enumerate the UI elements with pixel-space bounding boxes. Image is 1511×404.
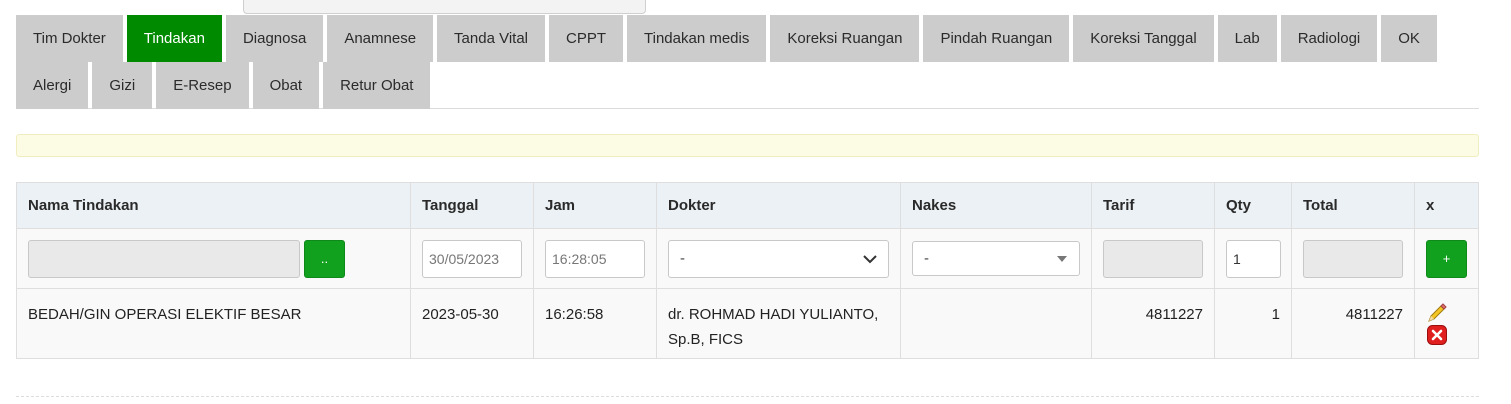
cell-dokter: dr. ROHMAD HADI YULIANTO, Sp.B, FICS xyxy=(656,288,901,359)
qty-input[interactable] xyxy=(1226,239,1281,278)
cell-tanggal-input xyxy=(410,228,534,289)
tab-bar: Tim Dokter Tindakan Diagnosa Anamnese Tanda … xyxy=(16,15,1479,109)
total-input[interactable] xyxy=(1303,239,1403,278)
tab-diagnosa[interactable]: Diagnosa xyxy=(225,15,324,62)
cell-qty-input xyxy=(1214,228,1292,289)
cell-tarif: 4811227 xyxy=(1091,288,1215,359)
tab-koreksi-tanggal[interactable]: Koreksi Tanggal xyxy=(1073,15,1214,62)
caret-down-icon xyxy=(1057,255,1067,262)
tab-retur-obat[interactable]: Retur Obat xyxy=(323,62,431,109)
dokter-select-value: - xyxy=(680,250,685,267)
header-tanggal: Tanggal xyxy=(410,182,534,229)
header-dokter: Dokter xyxy=(656,182,901,229)
tab-e-resep[interactable]: E-Resep xyxy=(156,62,249,109)
header-x: x xyxy=(1414,182,1479,229)
tarif-input[interactable] xyxy=(1103,239,1203,278)
tab-tanda-vital[interactable]: Tanda Vital xyxy=(437,15,545,62)
tab-anamnese[interactable]: Anamnese xyxy=(327,15,434,62)
cell-qty: 1 xyxy=(1214,288,1292,359)
cell-add: + xyxy=(1414,228,1479,289)
nakes-select[interactable]: - xyxy=(912,241,1080,276)
bottom-divider xyxy=(16,396,1479,397)
lookup-tindakan-button[interactable]: .. xyxy=(304,239,345,278)
cell-jam-input xyxy=(533,228,657,289)
input-row: .. - - xyxy=(16,228,1479,289)
cell-tanggal: 2023-05-30 xyxy=(410,288,534,359)
cell-tarif-input xyxy=(1091,228,1215,289)
cell-dokter-input: - xyxy=(656,228,901,289)
tab-tim-dokter[interactable]: Tim Dokter xyxy=(16,15,123,62)
tab-radiologi[interactable]: Radiologi xyxy=(1280,15,1378,62)
tab-pindah-ruangan[interactable]: Pindah Ruangan xyxy=(923,15,1070,62)
tab-koreksi-ruangan[interactable]: Koreksi Ruangan xyxy=(770,15,920,62)
cell-nama: BEDAH/GIN OPERASI ELEKTIF BESAR xyxy=(16,288,411,359)
cell-total-input xyxy=(1291,228,1415,289)
tab-ok[interactable]: OK xyxy=(1381,15,1437,62)
dokter-select[interactable]: - xyxy=(668,239,889,278)
cell-nakes-input: - xyxy=(900,228,1092,289)
tab-obat[interactable]: Obat xyxy=(252,62,320,109)
cell-actions xyxy=(1414,288,1479,359)
tanggal-input[interactable] xyxy=(422,239,522,278)
tab-cppt[interactable]: CPPT xyxy=(549,15,624,62)
cell-nakes xyxy=(900,288,1092,359)
tindakan-table: Nama Tindakan Tanggal Jam Dokter Nakes T… xyxy=(16,182,1479,359)
header-nakes: Nakes xyxy=(900,182,1092,229)
cell-jam: 16:26:58 xyxy=(533,288,657,359)
tab-row-1: Tim Dokter Tindakan Diagnosa Anamnese Tanda … xyxy=(16,15,1479,69)
header-tarif: Tarif xyxy=(1091,182,1215,229)
tab-alergi[interactable]: Alergi xyxy=(16,62,89,109)
tab-lab[interactable]: Lab xyxy=(1217,15,1277,62)
jam-input[interactable] xyxy=(545,239,645,278)
top-panel-stub xyxy=(243,0,646,14)
tab-gizi[interactable]: Gizi xyxy=(92,62,153,109)
notice-bar xyxy=(16,134,1479,157)
table-row: BEDAH/GIN OPERASI ELEKTIF BESAR 2023-05-… xyxy=(16,288,1479,359)
pencil-icon[interactable] xyxy=(1426,302,1448,324)
delete-icon[interactable] xyxy=(1426,324,1448,346)
cell-total: 4811227 xyxy=(1291,288,1415,359)
tab-tindakan[interactable]: Tindakan xyxy=(126,15,222,69)
header-total: Total xyxy=(1291,182,1415,229)
chevron-down-icon xyxy=(863,254,877,263)
add-tindakan-button[interactable]: + xyxy=(1426,239,1467,278)
header-jam: Jam xyxy=(533,182,657,229)
nama-tindakan-input[interactable] xyxy=(28,239,300,278)
table-header-row: Nama Tindakan Tanggal Jam Dokter Nakes T… xyxy=(16,182,1479,229)
header-nama: Nama Tindakan xyxy=(16,182,411,229)
cell-nama-input: .. xyxy=(16,228,411,289)
tab-row-2: Alergi Gizi E-Resep Obat Retur Obat xyxy=(16,62,1479,109)
header-qty: Qty xyxy=(1214,182,1292,229)
nakes-select-value: - xyxy=(924,250,929,267)
tab-tindakan-medis[interactable]: Tindakan medis xyxy=(627,15,767,62)
